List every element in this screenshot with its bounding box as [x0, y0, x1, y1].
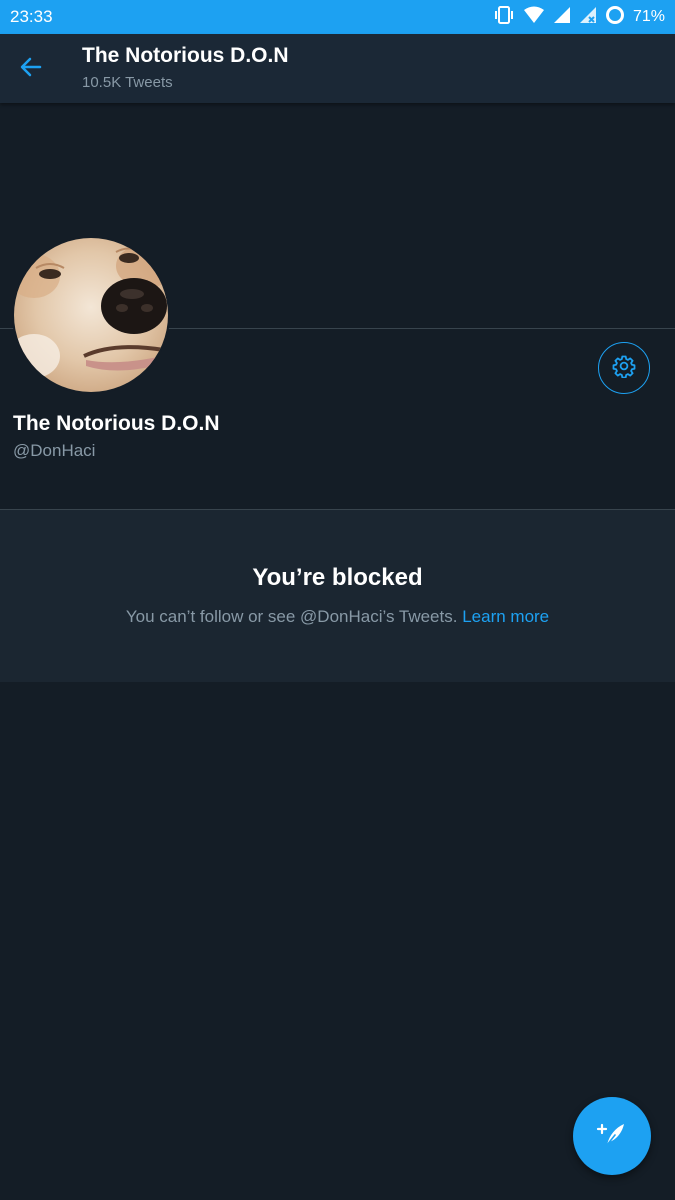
blocked-notice: You’re blocked You can’t follow or see @…	[0, 510, 675, 682]
profile-display-name: The Notorious D.O.N	[13, 412, 220, 435]
battery-percentage: 71%	[632, 8, 665, 25]
screen: 23:33 71% The Notorious D.O.N 10.5K Twee…	[0, 0, 675, 1200]
blocked-message-text: You can’t follow or see @DonHaci’s Tweet…	[125, 607, 458, 626]
arrow-back-icon	[20, 57, 42, 82]
profile-settings-button[interactable]	[598, 342, 650, 394]
compose-tweet-button[interactable]	[573, 1097, 651, 1175]
status-icons: 71%	[493, 5, 665, 30]
dog-face-avatar	[14, 238, 168, 392]
gear-icon	[612, 354, 636, 383]
status-bar: 23:33 71%	[0, 0, 675, 34]
blocked-message: You can’t follow or see @DonHaci’s Tweet…	[0, 607, 675, 627]
signal-icon	[553, 6, 571, 29]
signal-no-data-icon	[579, 6, 597, 29]
compose-tweet-icon	[595, 1117, 629, 1156]
tweet-count: 10.5K Tweets	[82, 74, 173, 91]
page-title: The Notorious D.O.N	[82, 44, 289, 67]
profile-handle: @DonHaci	[13, 441, 96, 460]
app-bar: The Notorious D.O.N 10.5K Tweets	[0, 34, 675, 103]
battery-ring-icon	[605, 5, 625, 30]
avatar[interactable]	[12, 236, 170, 394]
status-time: 23:33	[10, 7, 53, 26]
back-button[interactable]	[14, 52, 48, 86]
wifi-icon	[523, 6, 545, 29]
blocked-title: You’re blocked	[252, 564, 423, 591]
learn-more-link[interactable]: Learn more	[462, 607, 549, 626]
vibrate-icon	[493, 5, 515, 30]
